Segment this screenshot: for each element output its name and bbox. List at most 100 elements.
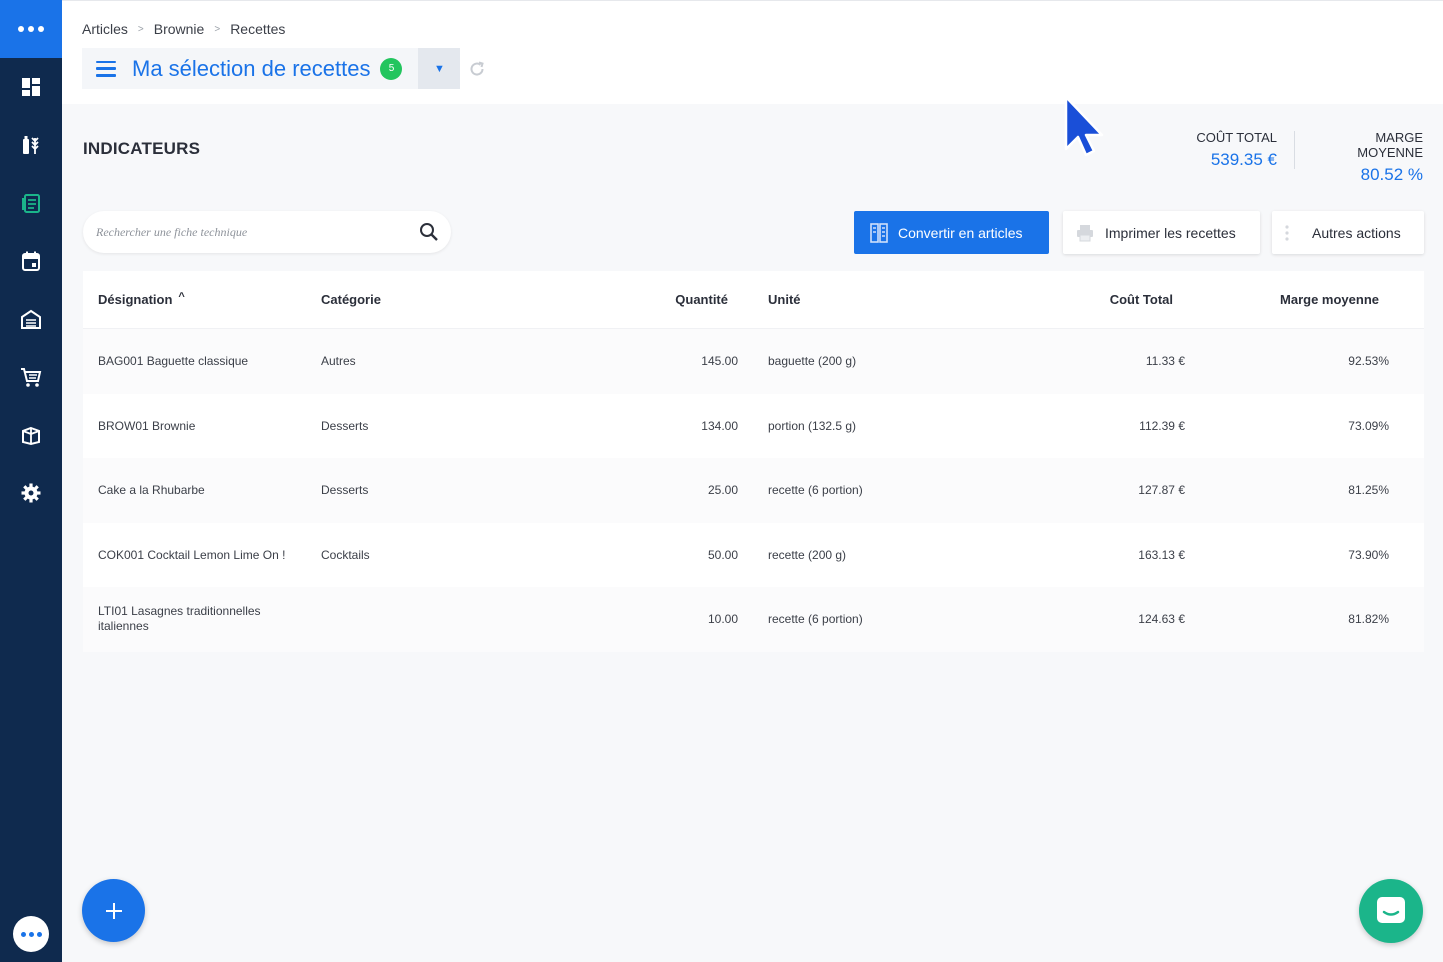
kpi-total-cost: COÛT TOTAL 539.35 € — [1196, 130, 1277, 170]
search-icon[interactable] — [419, 222, 439, 242]
cell-designation: COK001 Cocktail Lemon Lime On ! — [98, 547, 286, 562]
table-header: Désignation ^ Catégorie Quantité Unité Co… — [83, 271, 1424, 329]
cell-unite: recette (200 g) — [768, 547, 847, 562]
column-header-marge-moyenne[interactable]: Marge moyenne — [1185, 292, 1405, 307]
user-menu-button[interactable] — [13, 916, 49, 952]
catalog-icon — [22, 426, 40, 446]
kpi-avg-margin: MARGE MOYENNE 80.52 % — [1308, 130, 1423, 185]
chat-icon — [1377, 897, 1405, 923]
column-header-quantite[interactable]: Quantité — [626, 292, 738, 307]
sidebar-item-warehouse[interactable] — [0, 290, 62, 348]
hamburger-menu-icon — [96, 60, 116, 77]
selection-dropdown-button[interactable]: ▼ — [418, 48, 461, 89]
column-header-designation[interactable]: Désignation ^ — [83, 291, 306, 307]
add-recipe-button[interactable] — [82, 879, 145, 942]
convert-to-articles-button[interactable]: Convertir en articles — [854, 211, 1049, 254]
refresh-icon — [471, 61, 485, 76]
print-recipes-button[interactable]: Imprimer les recettes — [1063, 211, 1260, 254]
table-row[interactable]: LTI01 Lasagnes traditionnelles italienne… — [83, 587, 1424, 652]
cell-categorie: Desserts — [321, 418, 369, 433]
sort-ascending-icon: ^ — [178, 291, 185, 303]
table-row[interactable]: COK001 Cocktail Lemon Lime On ! Cocktail… — [83, 523, 1424, 588]
mouse-cursor-icon — [1064, 95, 1104, 157]
cell-quantite: 10.00 — [707, 612, 738, 627]
kebab-icon — [1285, 224, 1289, 241]
cell-designation: Cake a la Rhubarbe — [98, 483, 205, 498]
gear-icon — [21, 483, 41, 503]
search-box — [83, 211, 451, 253]
cart-icon — [21, 368, 42, 387]
breadcrumb-brownie[interactable]: Brownie — [154, 21, 205, 37]
cell-designation: LTI01 Lasagnes traditionnelles italienne… — [98, 604, 261, 634]
sidebar-item-catalog[interactable] — [0, 406, 62, 464]
selection-title: Ma sélection de recettes — [132, 55, 371, 81]
column-header-categorie[interactable]: Catégorie — [306, 292, 626, 307]
page-header: Articles > Brownie > Recettes Ma sélecti… — [62, 0, 1443, 104]
table-body: BAG001 Baguette classique Autres 145.00 … — [83, 329, 1424, 652]
selection-selector: Ma sélection de recettes 5 ▼ — [82, 48, 492, 89]
kpi-divider — [1294, 131, 1295, 169]
selection-button[interactable]: Ma sélection de recettes 5 — [82, 48, 419, 89]
plus-icon — [105, 902, 122, 919]
calendar-icon — [22, 251, 40, 271]
cell-unite: portion (132.5 g) — [768, 418, 857, 433]
more-actions-label: Autres actions — [1312, 224, 1401, 241]
indicators-heading: INDICATEURS — [83, 139, 201, 158]
ingredients-icon — [23, 136, 39, 154]
sidebar-item-recipes[interactable] — [0, 174, 62, 232]
cell-marge: 81.82% — [1348, 612, 1389, 627]
recipes-icon — [22, 194, 40, 213]
convert-icon — [870, 222, 888, 243]
cell-designation: BAG001 Baguette classique — [98, 354, 249, 369]
breadcrumb-recettes: Recettes — [230, 21, 286, 37]
breadcrumb-separator: > — [214, 23, 221, 35]
convert-to-articles-label: Convertir en articles — [898, 224, 1023, 241]
cell-unite: recette (6 portion) — [768, 612, 863, 627]
sidebar-item-ingredients[interactable] — [0, 116, 62, 174]
cell-quantite: 134.00 — [701, 418, 738, 433]
sidebar-item-cart[interactable] — [0, 348, 62, 406]
column-header-unite[interactable]: Unité — [738, 292, 1078, 307]
cell-cout-total: 124.63 € — [1138, 612, 1185, 627]
cell-quantite: 50.00 — [707, 547, 738, 562]
warehouse-icon — [21, 309, 41, 329]
cell-cout-total: 11.33 € — [1145, 354, 1185, 369]
kpi-avg-margin-label: MARGE MOYENNE — [1357, 130, 1423, 160]
cell-cout-total: 127.87 € — [1138, 483, 1185, 498]
sidebar-item-settings[interactable] — [0, 464, 62, 522]
sidebar-item-calendar[interactable] — [0, 232, 62, 290]
search-input[interactable] — [96, 224, 419, 240]
table-row[interactable]: BROW01 Brownie Desserts 134.00 portion (… — [83, 394, 1424, 459]
print-recipes-label: Imprimer les recettes — [1105, 224, 1236, 241]
kpi-total-cost-label: COÛT TOTAL — [1196, 130, 1277, 145]
recipes-table: Désignation ^ Catégorie Quantité Unité Co… — [83, 271, 1424, 652]
cell-cout-total: 163.13 € — [1138, 547, 1185, 562]
caret-down-icon: ▼ — [434, 62, 445, 75]
cell-cout-total: 112.39 € — [1139, 418, 1185, 433]
sidebar — [0, 0, 62, 962]
table-row[interactable]: BAG001 Baguette classique Autres 145.00 … — [83, 329, 1424, 394]
printer-icon — [1077, 224, 1093, 241]
cell-designation: BROW01 Brownie — [98, 418, 196, 433]
breadcrumb-articles[interactable]: Articles — [82, 21, 128, 37]
cell-marge: 92.53% — [1348, 354, 1389, 369]
more-actions-button[interactable]: Autres actions — [1272, 211, 1424, 254]
cell-quantite: 145.00 — [701, 354, 738, 369]
cell-unite: baguette (200 g) — [768, 354, 857, 369]
cell-categorie: Desserts — [321, 483, 369, 498]
dashboard-icon — [22, 78, 40, 96]
cell-unite: recette (6 portion) — [768, 483, 863, 498]
selection-count-badge: 5 — [380, 57, 403, 80]
breadcrumb: Articles > Brownie > Recettes — [82, 21, 285, 37]
kpi-total-cost-value: 539.35 € — [1210, 150, 1277, 169]
cell-marge: 73.09% — [1348, 418, 1389, 433]
sidebar-item-dashboard[interactable] — [0, 58, 62, 116]
support-chat-button[interactable] — [1359, 879, 1423, 943]
app-menu-button[interactable] — [0, 0, 62, 58]
cell-categorie: Cocktails — [321, 547, 370, 562]
refresh-button[interactable] — [462, 48, 492, 89]
cell-categorie: Autres — [321, 354, 356, 369]
table-row[interactable]: Cake a la Rhubarbe Desserts 25.00 recett… — [83, 458, 1424, 523]
breadcrumb-separator: > — [137, 23, 144, 35]
column-header-cout-total[interactable]: Coût Total — [1078, 292, 1185, 307]
